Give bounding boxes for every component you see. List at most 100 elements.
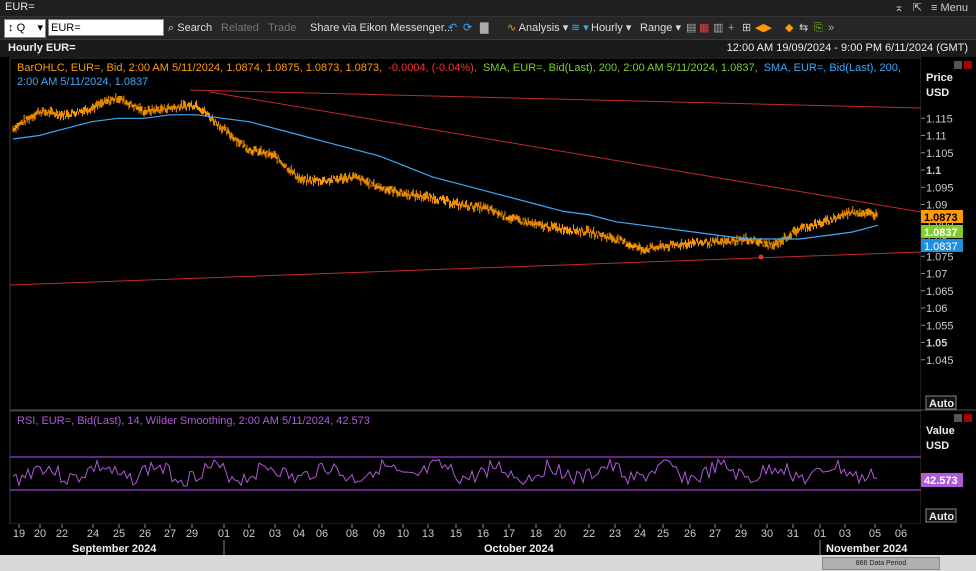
price-tick-label: 1.055 bbox=[926, 320, 954, 332]
sma-blue-label: 1.0837 bbox=[924, 241, 958, 253]
price-tick-label: 1.095 bbox=[926, 182, 954, 194]
chart-type-icon[interactable]: ▤ bbox=[686, 20, 696, 36]
rsi-close-icon[interactable] bbox=[964, 414, 972, 422]
zoom-icon[interactable]: ◆ bbox=[785, 20, 793, 36]
window-title: EUR= bbox=[5, 1, 35, 13]
price-tick-label: 1.045 bbox=[926, 355, 954, 367]
price-tick-label: 1.075 bbox=[926, 251, 954, 263]
time-tick-label: 13 bbox=[422, 528, 434, 540]
time-tick-label: 29 bbox=[735, 528, 747, 540]
rsi-auto-label: Auto bbox=[929, 511, 954, 523]
price-tick-label: 1.115 bbox=[926, 113, 953, 125]
menu-button[interactable]: ≡ Menu bbox=[931, 2, 968, 14]
time-tick-label: 27 bbox=[164, 528, 176, 540]
interval-button[interactable]: Hourly ▾ bbox=[591, 20, 631, 36]
time-tick-label: 18 bbox=[530, 528, 542, 540]
arrow-icon: ↕ bbox=[8, 22, 14, 34]
time-tick-label: 03 bbox=[839, 528, 851, 540]
price-tick-label: 1.065 bbox=[926, 286, 954, 298]
time-tick-label: 26 bbox=[139, 528, 151, 540]
chart-style-icon[interactable]: ▦ bbox=[699, 20, 709, 36]
month-label-sep: September 2024 bbox=[72, 543, 157, 555]
rsi-panel[interactable] bbox=[9, 410, 922, 525]
chart-header: Hourly EUR= 12:00 AM 19/09/2024 - 9:00 P… bbox=[0, 40, 976, 57]
indicator-icon[interactable]: ≋ ▾ bbox=[571, 20, 589, 36]
chart-svg[interactable]: 1.1151.111.1051.11.0951.091.0851.081.075… bbox=[0, 57, 976, 555]
search-icon: ⌕ bbox=[168, 22, 175, 34]
trend-anchor-point[interactable] bbox=[758, 254, 764, 260]
rsi-axis-title: Value bbox=[926, 425, 955, 437]
time-tick-label: 29 bbox=[186, 528, 198, 540]
date-range: 12:00 AM 19/09/2024 - 9:00 PM 6/11/2024 … bbox=[726, 42, 968, 54]
add-icon[interactable]: + bbox=[728, 20, 734, 36]
search-button[interactable]: ⌕ Search bbox=[168, 20, 212, 36]
share-button[interactable]: Share via Eikon Messenger... bbox=[310, 20, 453, 36]
toolbar: ↕ Q ▾ EUR= ⌕ Search Related Trade Share … bbox=[0, 17, 976, 40]
last-price-label: 1.0873 bbox=[924, 212, 958, 224]
price-tick-label: 1.06 bbox=[926, 303, 947, 315]
time-tick-label: 09 bbox=[373, 528, 385, 540]
pin-icon[interactable]: ⌅ bbox=[894, 2, 903, 14]
wave-icon: ∿ bbox=[507, 22, 517, 34]
price-tick-label: 1.11 bbox=[926, 131, 947, 143]
panel-close-icon[interactable] bbox=[964, 61, 972, 69]
legend-sma-blue: SMA, EUR=, Bid(Last), 200, bbox=[764, 62, 901, 74]
time-tick-label: 22 bbox=[583, 528, 595, 540]
chart-area[interactable]: 1.1151.111.1051.11.0951.091.0851.081.075… bbox=[0, 57, 976, 571]
time-tick-label: 20 bbox=[554, 528, 566, 540]
time-tick-label: 31 bbox=[787, 528, 799, 540]
time-tick-label: 23 bbox=[609, 528, 621, 540]
related-button[interactable]: Related bbox=[221, 20, 259, 36]
legend-rsi: RSI, EUR=, Bid(Last), 14, Wilder Smoothi… bbox=[17, 415, 370, 427]
rsi-maximize-icon[interactable] bbox=[954, 414, 962, 422]
crosshair-icon[interactable]: ⊞ bbox=[742, 20, 751, 36]
time-tick-label: 05 bbox=[869, 528, 881, 540]
time-tick-label: 26 bbox=[684, 528, 696, 540]
export-icon[interactable]: ⎘ bbox=[814, 20, 823, 36]
legend-sma-blue-line2: 2:00 AM 5/11/2024, 1.0837 bbox=[17, 76, 148, 88]
time-tick-label: 15 bbox=[450, 528, 462, 540]
legend-bar-ohlc: BarOHLC, EUR=, Bid, 2:00 AM 5/11/2024, 1… bbox=[17, 62, 901, 74]
range-button[interactable]: Range ▾ bbox=[640, 20, 681, 36]
time-tick-label: 24 bbox=[634, 528, 646, 540]
time-scrollbar[interactable]: 866 Data Period bbox=[0, 555, 976, 571]
time-tick-label: 04 bbox=[293, 528, 305, 540]
analysis-button[interactable]: ∿ Analysis ▾ bbox=[507, 20, 568, 36]
popout-icon[interactable]: ⇱ bbox=[913, 2, 922, 14]
time-tick-label: 25 bbox=[657, 528, 669, 540]
expand-icon[interactable]: » bbox=[828, 20, 834, 36]
toggle-icon[interactable]: ⇆ bbox=[799, 20, 808, 36]
refresh-icon[interactable]: ⟳ bbox=[463, 20, 472, 36]
month-label-nov: November 2024 bbox=[826, 543, 908, 555]
undo-icon[interactable]: ↶ bbox=[448, 20, 457, 36]
time-tick-label: 02 bbox=[243, 528, 255, 540]
time-tick-label: 17 bbox=[503, 528, 515, 540]
rsi-value-label: 42.573 bbox=[924, 475, 958, 487]
time-tick-label: 01 bbox=[814, 528, 826, 540]
time-tick-label: 25 bbox=[113, 528, 125, 540]
time-tick-label: 30 bbox=[761, 528, 773, 540]
price-tick-label: 1.1 bbox=[926, 165, 941, 177]
compare-icon[interactable]: ▥ bbox=[713, 20, 723, 36]
time-tick-label: 27 bbox=[709, 528, 721, 540]
time-tick-label: 19 bbox=[13, 528, 25, 540]
scrollbar-thumb[interactable]: 866 Data Period bbox=[822, 557, 940, 570]
pan-icon[interactable]: ◀▶ bbox=[755, 20, 772, 36]
legend-sma-green: SMA, EUR=, Bid(Last), 200, 2:00 AM 5/11/… bbox=[483, 62, 758, 74]
price-tick-label: 1.07 bbox=[926, 269, 947, 281]
trade-button[interactable]: Trade bbox=[268, 20, 296, 36]
time-tick-label: 20 bbox=[34, 528, 46, 540]
time-tick-label: 24 bbox=[87, 528, 99, 540]
window-controls: ⌅ ⇱ ≡ Menu bbox=[894, 1, 968, 14]
quote-type-dropdown[interactable]: ↕ Q ▾ bbox=[4, 19, 46, 38]
price-tick-label: 1.105 bbox=[926, 148, 954, 160]
time-tick-label: 01 bbox=[218, 528, 230, 540]
panel-maximize-icon[interactable] bbox=[954, 61, 962, 69]
price-axis-title: Price bbox=[926, 72, 953, 84]
symbol-input[interactable]: EUR= bbox=[48, 19, 164, 36]
price-axis-unit: USD bbox=[926, 87, 949, 99]
time-tick-label: 06 bbox=[316, 528, 328, 540]
price-tick-label: 1.09 bbox=[926, 200, 947, 212]
time-tick-label: 16 bbox=[477, 528, 489, 540]
folder-icon[interactable]: ▇ bbox=[480, 20, 488, 36]
